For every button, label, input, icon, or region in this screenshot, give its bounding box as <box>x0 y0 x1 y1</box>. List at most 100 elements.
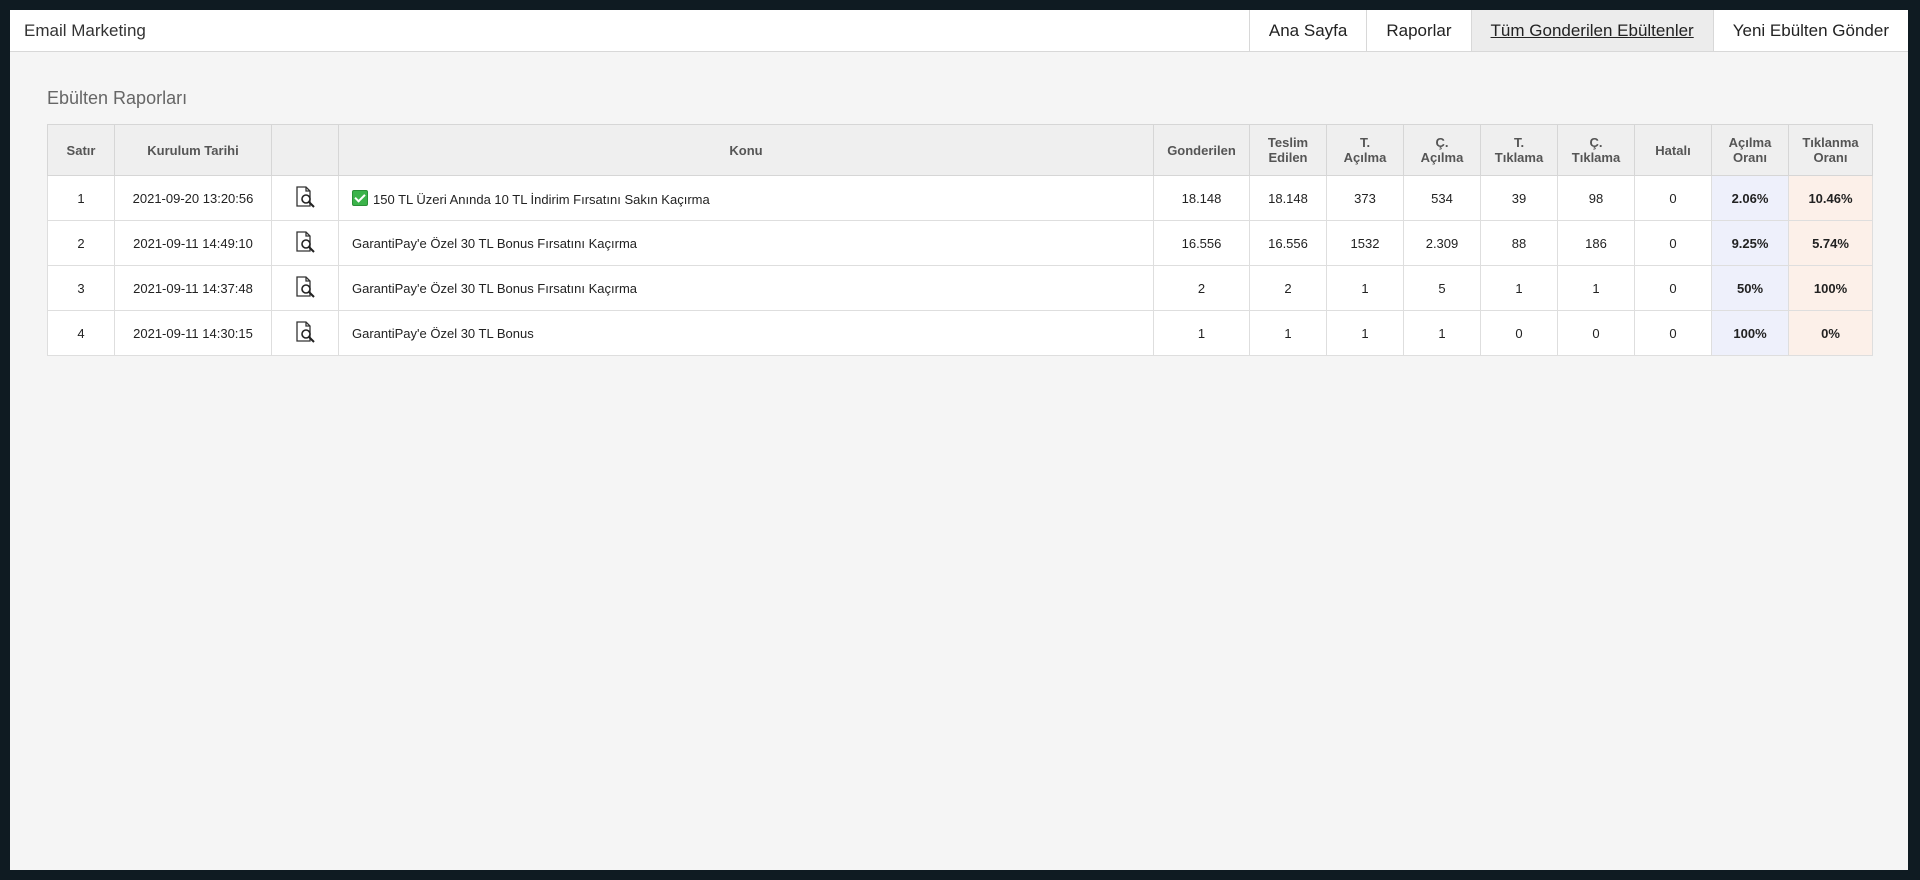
cell-total-clicks: 88 <box>1480 220 1558 266</box>
subject-text: GarantiPay'e Özel 30 TL Bonus Fırsatını … <box>352 235 637 251</box>
cell-date: 2021-09-11 14:37:48 <box>114 265 272 311</box>
cell-errors: 0 <box>1634 310 1712 356</box>
header-subject[interactable]: Konu <box>338 124 1154 176</box>
cell-unique-opens: 5 <box>1403 265 1481 311</box>
cell-unique-clicks: 186 <box>1557 220 1635 266</box>
cell-preview <box>271 265 339 311</box>
table-body: 1 2021-09-20 13:20:56 150 TL Üzeri Anınd… <box>47 175 1873 356</box>
cell-date: 2021-09-11 14:30:15 <box>114 310 272 356</box>
cell-unique-opens: 2.309 <box>1403 220 1481 266</box>
table-row[interactable]: 4 2021-09-11 14:30:15 GarantiPay'e Özel … <box>47 310 1873 356</box>
subject-text: GarantiPay'e Özel 30 TL Bonus Fırsatını … <box>352 280 637 296</box>
nav-item-ana-sayfa[interactable]: Ana Sayfa <box>1248 10 1366 51</box>
table-header-row: Satır Kurulum Tarihi Konu Gonderilen Tes… <box>47 124 1873 176</box>
cell-date: 2021-09-11 14:49:10 <box>114 220 272 266</box>
nav-item-raporlar[interactable]: Raporlar <box>1366 10 1470 51</box>
header-row-number[interactable]: Satır <box>47 124 115 176</box>
cell-click-rate: 5.74% <box>1788 220 1873 266</box>
preview-search-icon[interactable] <box>294 230 316 256</box>
header-unique-clicks[interactable]: Ç. Tıklama <box>1557 124 1635 176</box>
header-total-opens-line2: Açılma <box>1343 150 1387 165</box>
main-content: Ebülten Raporları Satır Kurulum Tarihi K… <box>10 52 1908 356</box>
table-row[interactable]: 3 2021-09-11 14:37:48 GarantiPay'e Özel … <box>47 265 1873 311</box>
header-open-rate-line2: Oranı <box>1733 150 1767 165</box>
preview-search-icon[interactable] <box>294 275 316 301</box>
header-total-opens-line1: T. <box>1359 135 1371 150</box>
cell-total-clicks: 39 <box>1480 175 1558 221</box>
cell-sent: 16.556 <box>1153 220 1250 266</box>
cell-unique-clicks: 98 <box>1557 175 1635 221</box>
header-sent[interactable]: Gonderilen <box>1153 124 1250 176</box>
cell-open-rate: 50% <box>1711 265 1789 311</box>
header-total-clicks[interactable]: T. Tıklama <box>1480 124 1558 176</box>
cell-unique-clicks: 0 <box>1557 310 1635 356</box>
cell-delivered: 16.556 <box>1249 220 1327 266</box>
cell-open-rate: 2.06% <box>1711 175 1789 221</box>
header-unique-opens-line1: Ç. <box>1435 135 1449 150</box>
cell-total-opens: 1532 <box>1326 220 1404 266</box>
header-errors[interactable]: Hatalı <box>1634 124 1712 176</box>
app-brand[interactable]: Email Marketing <box>10 10 1249 51</box>
header-unique-opens[interactable]: Ç. Açılma <box>1403 124 1481 176</box>
nav-item-yeni-ebulten[interactable]: Yeni Ebülten Gönder <box>1712 10 1908 51</box>
header-open-rate[interactable]: Açılma Oranı <box>1711 124 1789 176</box>
check-icon <box>352 189 368 206</box>
header-delivered[interactable]: Teslim Edilen <box>1249 124 1327 176</box>
cell-row-number: 3 <box>47 265 115 311</box>
header-unique-opens-line2: Açılma <box>1420 150 1464 165</box>
cell-total-opens: 1 <box>1326 310 1404 356</box>
cell-click-rate: 100% <box>1788 265 1873 311</box>
preview-search-icon[interactable] <box>294 320 316 346</box>
header-click-rate-line1: Tıklanma <box>1802 135 1859 150</box>
cell-unique-opens: 1 <box>1403 310 1481 356</box>
cell-sent: 2 <box>1153 265 1250 311</box>
cell-row-number: 4 <box>47 310 115 356</box>
cell-date: 2021-09-20 13:20:56 <box>114 175 272 221</box>
header-click-rate[interactable]: Tıklanma Oranı <box>1788 124 1873 176</box>
cell-total-opens: 373 <box>1326 175 1404 221</box>
cell-sent: 18.148 <box>1153 175 1250 221</box>
header-preview <box>271 124 339 176</box>
cell-errors: 0 <box>1634 220 1712 266</box>
header-total-clicks-line1: T. <box>1513 135 1525 150</box>
subject-text: 150 TL Üzeri Anında 10 TL İndirim Fırsat… <box>373 191 710 207</box>
cell-preview <box>271 175 339 221</box>
cell-total-clicks: 0 <box>1480 310 1558 356</box>
cell-subject[interactable]: GarantiPay'e Özel 30 TL Bonus Fırsatını … <box>338 220 1154 266</box>
cell-errors: 0 <box>1634 265 1712 311</box>
header-total-opens[interactable]: T. Açılma <box>1326 124 1404 176</box>
cell-open-rate: 9.25% <box>1711 220 1789 266</box>
cell-preview <box>271 220 339 266</box>
nav-item-tum-gonderilen[interactable]: Tüm Gonderilen Ebültenler <box>1470 10 1713 51</box>
cell-delivered: 18.148 <box>1249 175 1327 221</box>
cell-click-rate: 0% <box>1788 310 1873 356</box>
app-window: Email Marketing Ana Sayfa Raporlar Tüm G… <box>10 10 1908 870</box>
cell-preview <box>271 310 339 356</box>
page-title: Ebülten Raporları <box>47 88 188 108</box>
cell-unique-clicks: 1 <box>1557 265 1635 311</box>
cell-row-number: 1 <box>47 175 115 221</box>
cell-sent: 1 <box>1153 310 1250 356</box>
subject-text: GarantiPay'e Özel 30 TL Bonus <box>352 325 534 341</box>
header-delivered-line2: Edilen <box>1268 150 1308 165</box>
header-click-rate-line2: Oranı <box>1813 150 1848 165</box>
reports-table: Satır Kurulum Tarihi Konu Gonderilen Tes… <box>47 124 1873 356</box>
cell-open-rate: 100% <box>1711 310 1789 356</box>
table-row[interactable]: 2 2021-09-11 14:49:10 GarantiPay'e Özel … <box>47 220 1873 266</box>
cell-total-clicks: 1 <box>1480 265 1558 311</box>
header-date[interactable]: Kurulum Tarihi <box>114 124 272 176</box>
cell-total-opens: 1 <box>1326 265 1404 311</box>
cell-errors: 0 <box>1634 175 1712 221</box>
main-nav: Ana Sayfa Raporlar Tüm Gonderilen Ebülte… <box>1248 10 1908 51</box>
cell-delivered: 2 <box>1249 265 1327 311</box>
header-open-rate-line1: Açılma <box>1728 135 1772 150</box>
header-delivered-line1: Teslim <box>1267 135 1309 150</box>
cell-subject[interactable]: 150 TL Üzeri Anında 10 TL İndirim Fırsat… <box>338 175 1154 221</box>
table-row[interactable]: 1 2021-09-20 13:20:56 150 TL Üzeri Anınd… <box>47 175 1873 221</box>
preview-search-icon[interactable] <box>294 185 316 211</box>
top-navbar: Email Marketing Ana Sayfa Raporlar Tüm G… <box>10 10 1908 52</box>
cell-click-rate: 10.46% <box>1788 175 1873 221</box>
cell-row-number: 2 <box>47 220 115 266</box>
cell-subject[interactable]: GarantiPay'e Özel 30 TL Bonus <box>338 310 1154 356</box>
cell-subject[interactable]: GarantiPay'e Özel 30 TL Bonus Fırsatını … <box>338 265 1154 311</box>
